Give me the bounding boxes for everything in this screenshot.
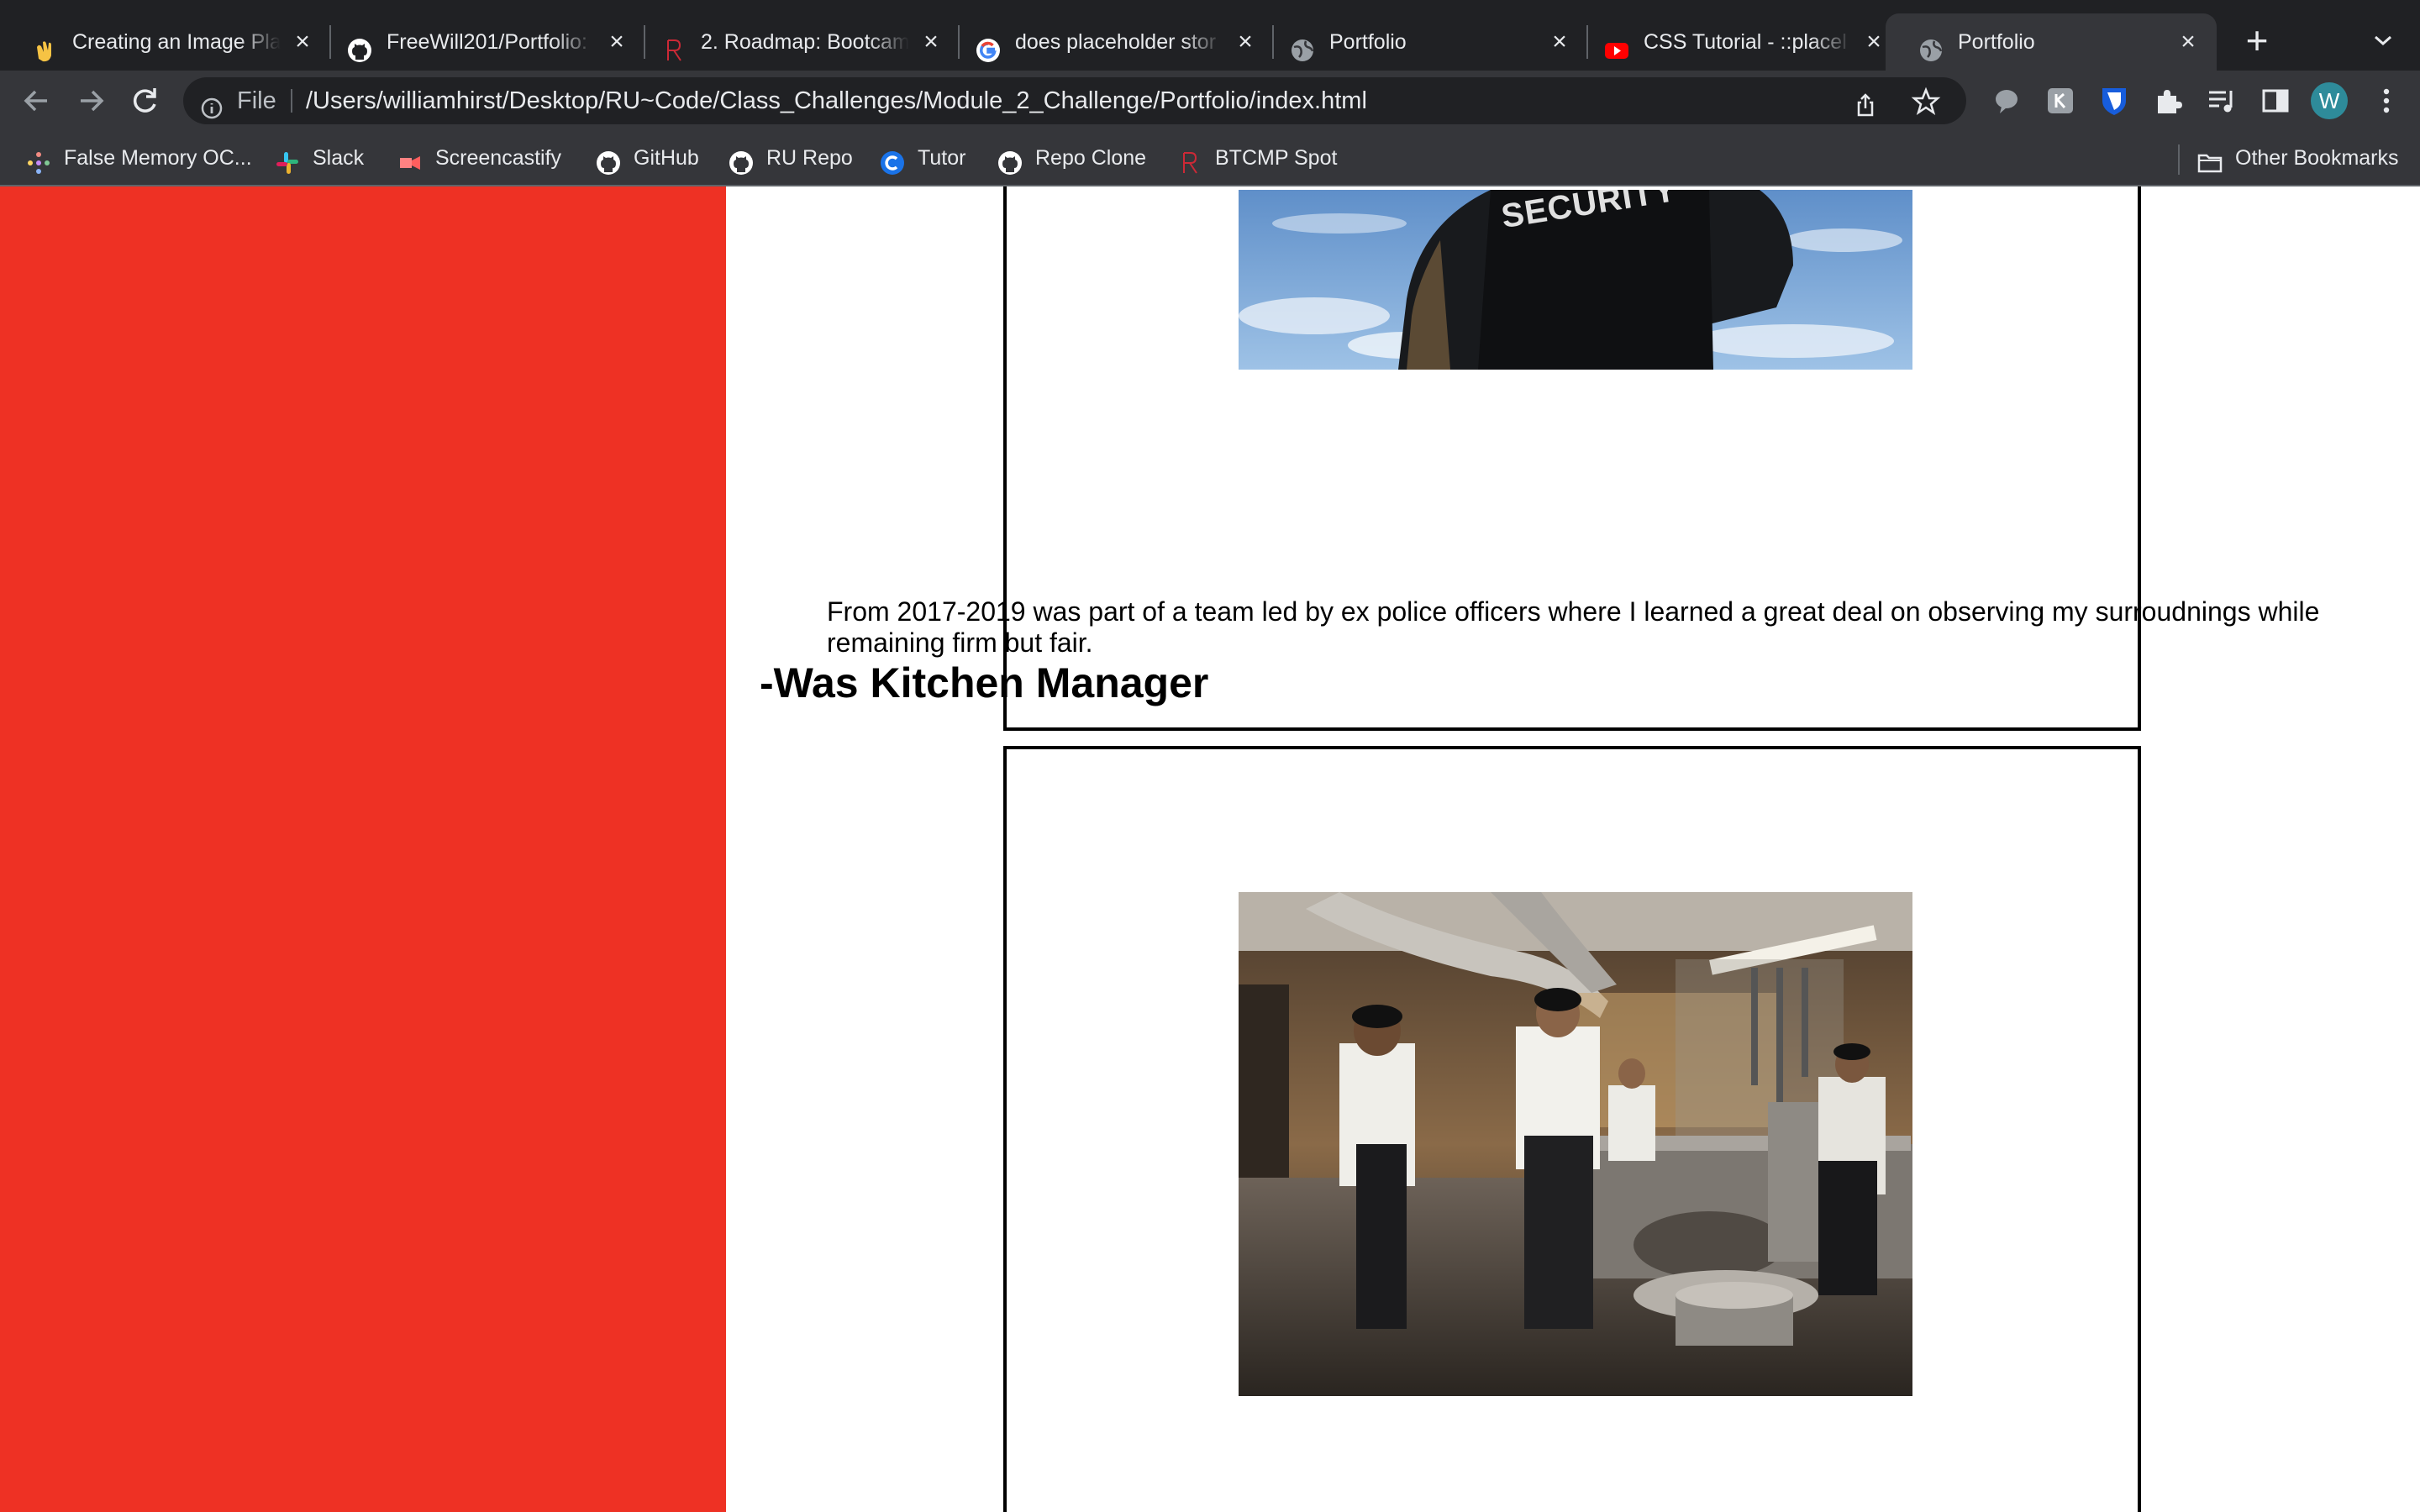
url-text[interactable]: /Users/williamhirst/Desktop/RU~Code/Clas… [306, 77, 1367, 124]
forward-arrow-icon[interactable] [69, 79, 113, 123]
rutgers-r-icon [1176, 146, 1203, 174]
back-arrow-icon[interactable] [15, 79, 59, 123]
security-description: From 2017-2019 was part of a team led by… [827, 596, 2320, 658]
globe-icon [1289, 29, 1316, 61]
bookmark-repo-clone[interactable]: Repo Clone [997, 134, 1146, 185]
bookmark-slack[interactable]: Slack [274, 134, 364, 185]
github-icon [595, 146, 622, 175]
tab-portfolio[interactable]: Portfolio × [1257, 13, 1588, 71]
close-icon[interactable]: × [2173, 13, 2203, 71]
tab-title: Portfolio [1329, 30, 1407, 54]
bookmark-label: Slack [313, 146, 365, 170]
extension-chat-icon[interactable] [1990, 84, 2023, 118]
bookmark-label: Other Bookmarks [2235, 146, 2399, 170]
tutor-icon [879, 146, 906, 175]
media-queue-icon[interactable] [2205, 84, 2238, 118]
profile-avatar[interactable]: W [2311, 82, 2348, 119]
globe-icon [1918, 29, 1944, 61]
tab-title: 2. Roadmap: Bootcam [701, 30, 909, 54]
red-sidebar [0, 186, 726, 1512]
page-viewport[interactable]: SECURITY From 2017-2019 was part of a te… [0, 186, 2420, 1512]
youtube-icon [1603, 29, 1630, 59]
bookmark-label: False Memory OC... [64, 146, 252, 170]
rutgers-r-icon [660, 29, 687, 61]
close-icon[interactable]: × [602, 13, 632, 71]
github-icon [997, 146, 1023, 175]
bookmark-label: Repo Clone [1035, 146, 1147, 170]
close-icon[interactable]: × [1859, 13, 1889, 71]
bookmark-label: Screencastify [435, 146, 562, 170]
extensions-puzzle-icon[interactable] [2151, 84, 2185, 118]
browser-chrome: Creating an Image Pla × FreeWill201/Port… [0, 0, 2420, 186]
github-icon [346, 29, 373, 62]
bookmark-btcmp-spot[interactable]: BTCMP Spot [1176, 134, 1337, 185]
close-icon[interactable]: × [916, 13, 946, 71]
tab-title: CSS Tutorial - ::placel [1644, 30, 1847, 54]
security-guard-photo: SECURITY [1239, 190, 1912, 370]
tab-title: Portfolio [1958, 30, 2035, 54]
tab-strip: Creating an Image Pla × FreeWill201/Port… [0, 0, 2420, 71]
tab-google-search[interactable]: does placeholder stor × [943, 13, 1274, 71]
bookmark-label: RU Repo [766, 146, 853, 170]
tab-portfolio-active[interactable]: Portfolio × [1886, 13, 2217, 71]
address-divider [291, 89, 292, 113]
screencastify-icon [397, 146, 424, 173]
tab-css-tutorial[interactable]: CSS Tutorial - ::placel × [1571, 13, 1902, 71]
reload-icon[interactable] [123, 79, 166, 123]
bookmark-false-memory[interactable]: False Memory OC... [25, 134, 252, 185]
info-icon[interactable] [200, 89, 224, 119]
folder-icon [2196, 146, 2223, 173]
bitwarden-shield-icon[interactable] [2097, 84, 2131, 118]
bookmarks-bar: False Memory OC... Slack Screencastify G… [0, 134, 2420, 185]
close-icon[interactable]: × [287, 13, 318, 71]
bookmark-label: GitHub [634, 146, 699, 170]
google-icon [975, 29, 1002, 62]
bookmark-label: BTCMP Spot [1215, 146, 1338, 170]
kitchen-manager-heading: -Was Kitchen Manager [760, 659, 1209, 706]
slack-icon [274, 146, 301, 174]
extension-tile-icon[interactable] [2044, 84, 2077, 118]
bookmark-star-icon[interactable] [1911, 86, 1941, 116]
bookmark-github[interactable]: GitHub [595, 134, 699, 185]
close-icon[interactable]: × [1230, 13, 1260, 71]
other-bookmarks-folder[interactable]: Other Bookmarks [2196, 134, 2399, 185]
kebab-menu-icon[interactable] [2370, 84, 2403, 118]
tab-title: does placeholder stor [1015, 30, 1217, 54]
tab-creating-image-placeholder[interactable]: Creating an Image Pla × [0, 13, 331, 71]
bookmarks-divider [2178, 144, 2180, 175]
side-panel-icon[interactable] [2259, 84, 2292, 118]
kitchen-image-card [1003, 746, 2141, 1512]
bookmark-label: Tutor [918, 146, 966, 170]
new-tab-button[interactable]: + [2233, 17, 2281, 64]
tab-github-portfolio[interactable]: FreeWill201/Portfolio: × [314, 13, 645, 71]
bookmark-ru-repo[interactable]: RU Repo [728, 134, 853, 185]
clapping-hands-icon [32, 29, 59, 62]
bookmark-tutor[interactable]: Tutor [879, 134, 965, 185]
dots-icon [25, 146, 52, 174]
address-bar[interactable]: File /Users/williamhirst/Desktop/RU~Code… [183, 77, 1966, 124]
chevron-down-icon[interactable] [2363, 20, 2403, 60]
scheme-label: File [237, 87, 276, 114]
github-icon [728, 146, 755, 175]
share-icon[interactable] [1852, 87, 1879, 117]
bookmark-screencastify[interactable]: Screencastify [397, 134, 561, 185]
close-icon[interactable]: × [1544, 13, 1575, 71]
tab-roadmap-bootcamp[interactable]: 2. Roadmap: Bootcam × [629, 13, 960, 71]
tab-title: FreeWill201/Portfolio: [387, 30, 587, 54]
kitchen-staff-photo [1239, 892, 1912, 1396]
tab-title: Creating an Image Pla [72, 30, 281, 54]
